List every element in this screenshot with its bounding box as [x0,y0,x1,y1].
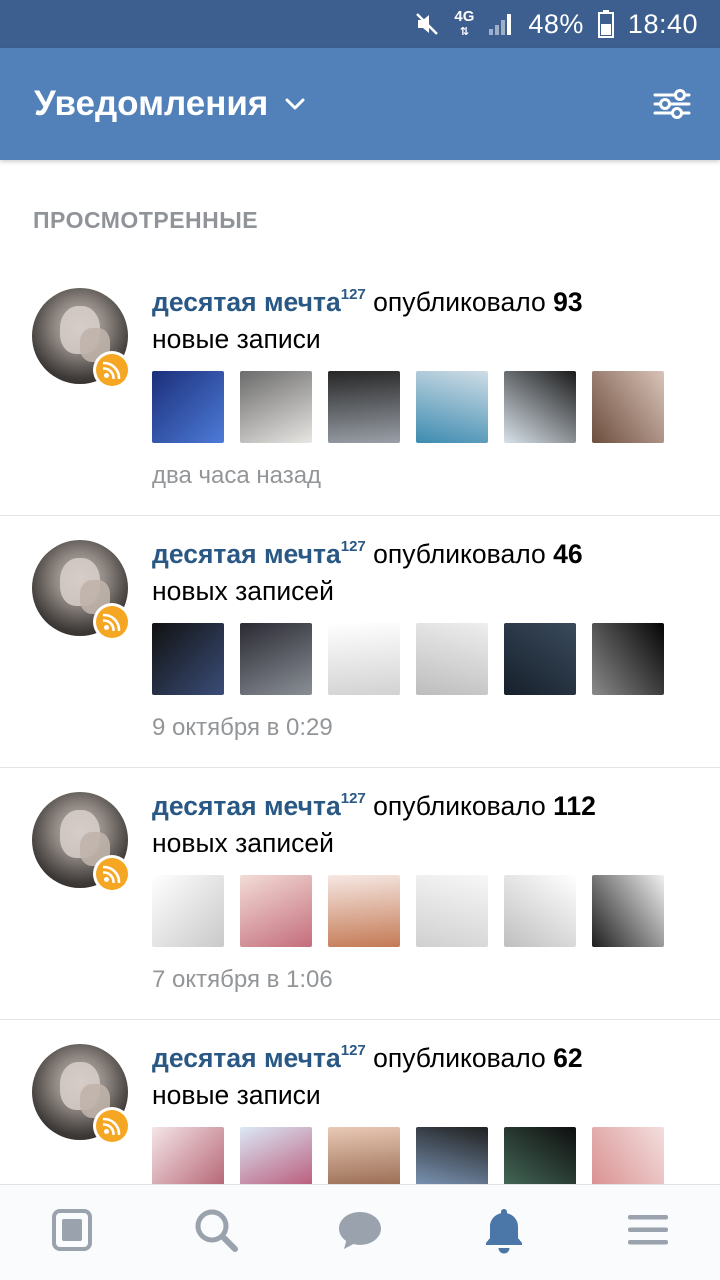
rss-icon [96,858,128,890]
post-count: 112 [553,791,596,821]
battery-percent: 48% [528,8,584,39]
network-type: 4G ⇅ [454,7,475,38]
author-link[interactable]: десятая мечта127 [152,1042,366,1073]
post-thumbnail[interactable] [152,623,224,695]
rss-badge [93,855,131,893]
search-icon [193,1207,239,1258]
post-thumbnail[interactable] [240,875,312,947]
mute-icon [414,11,440,37]
action-text: опубликовало [373,1043,546,1073]
post-thumbnail[interactable] [504,623,576,695]
notification-text: десятая мечта127 опубликовало 112 [152,790,596,822]
post-thumbnail[interactable] [504,875,576,947]
notification-text: десятая мечта127 опубликовало 46 [152,538,583,570]
thumbnail-strip [152,875,664,947]
notification-text: десятая мечта127 опубликовало 93 [152,286,583,318]
notification-text: десятая мечта127 опубликовало 62 [152,1042,583,1074]
section-label-viewed: ПРОСМОТРЕННЫЕ [33,207,259,233]
action-text: опубликовало [373,791,546,821]
post-thumbnail[interactable] [240,623,312,695]
post-thumbnail[interactable] [592,875,664,947]
bottom-navigation [0,1184,720,1280]
nav-messages-button[interactable] [324,1197,396,1269]
rss-icon [96,606,128,638]
rss-icon [96,354,128,386]
nav-notifications-button[interactable] [468,1197,540,1269]
post-thumbnail[interactable] [416,623,488,695]
notification-suffix: новых записей [152,576,334,606]
battery-icon [597,10,614,38]
post-thumbnail[interactable] [328,875,400,947]
post-thumbnail[interactable] [416,875,488,947]
post-thumbnail[interactable] [328,623,400,695]
nav-menu-button[interactable] [612,1197,684,1269]
news-icon [51,1208,93,1257]
notification-suffix: новых записей [152,828,334,858]
timestamp: 9 октября в 0:29 [152,714,333,741]
post-thumbnail[interactable] [328,371,400,443]
post-thumbnail[interactable] [592,623,664,695]
status-bar: 4G ⇅ 48% 18:40 [0,0,720,48]
nav-news-button[interactable] [36,1197,108,1269]
notification-item[interactable]: десятая мечта127 опубликовало 93 новые з… [0,264,720,516]
page-title[interactable]: Уведомления [34,84,268,124]
rss-badge [93,351,131,389]
action-text: опубликовало [373,287,546,317]
post-count: 62 [553,1043,583,1073]
rss-icon [96,1110,128,1142]
notification-item[interactable]: десятая мечта127 опубликовало 112 новых … [0,768,720,1020]
notification-item[interactable]: десятая мечта127 опубликовало 46 новых з… [0,516,720,768]
post-count: 93 [553,287,583,317]
app-header: Уведомления [0,48,720,160]
clock: 18:40 [627,8,698,39]
notification-suffix: новые записи [152,324,321,354]
action-text: опубликовало [373,539,546,569]
post-thumbnail[interactable] [592,371,664,443]
post-thumbnail[interactable] [152,371,224,443]
messages-icon [336,1209,384,1256]
filter-settings-icon[interactable] [652,84,692,124]
post-count: 46 [553,539,583,569]
post-thumbnail[interactable] [240,371,312,443]
post-thumbnail[interactable] [416,371,488,443]
thumbnail-strip [152,623,664,695]
timestamp: 7 октября в 1:06 [152,966,333,993]
notification-suffix: новые записи [152,1080,321,1110]
thumbnail-strip [152,371,664,443]
chevron-down-icon[interactable] [284,97,306,116]
timestamp: два часа назад [152,462,322,489]
post-thumbnail[interactable] [152,875,224,947]
author-link[interactable]: десятая мечта127 [152,790,366,821]
notifications-bell-icon [483,1206,525,1259]
author-link[interactable]: десятая мечта127 [152,286,366,317]
signal-icon [488,12,514,36]
menu-icon [627,1212,669,1253]
author-link[interactable]: десятая мечта127 [152,538,366,569]
nav-search-button[interactable] [180,1197,252,1269]
rss-badge [93,1107,131,1145]
post-thumbnail[interactable] [504,371,576,443]
app-root: 4G ⇅ 48% 18:40 Уведомления ПРОСМОТРЕННЫЕ… [0,0,720,1280]
rss-badge [93,603,131,641]
